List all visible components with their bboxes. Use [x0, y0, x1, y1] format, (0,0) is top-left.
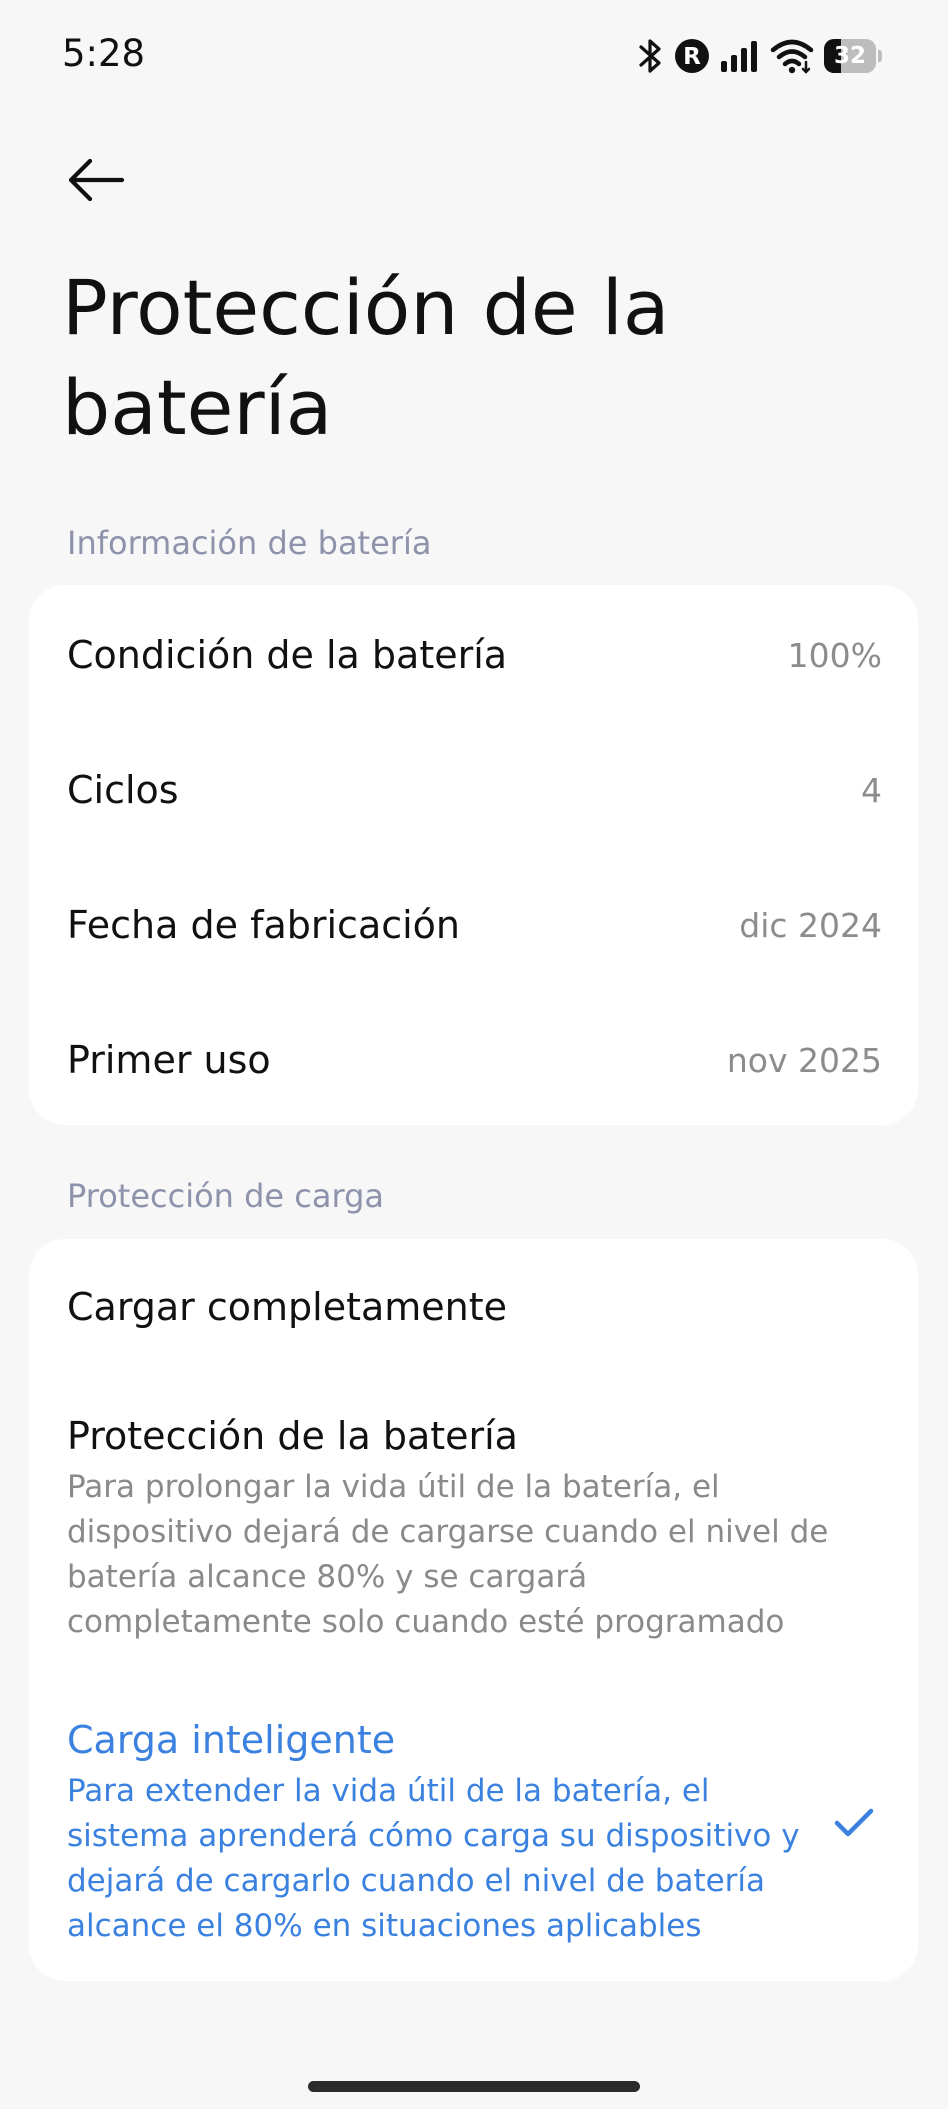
option-battery-protection[interactable]: Protección de la batería Para prolongar … — [67, 1411, 882, 1645]
manufacture-date-row[interactable]: Fecha de fabricación dic 2024 — [67, 895, 882, 955]
page-title: Protección de la batería — [62, 263, 670, 452]
check-icon — [834, 1808, 874, 1837]
option-description: Para extender la vida útil de la batería… — [67, 1773, 800, 1944]
row-value: nov 2025 — [726, 1040, 882, 1080]
row-value: 100% — [787, 635, 882, 675]
cycles-row[interactable]: Ciclos 4 — [67, 760, 882, 820]
signal-icon — [720, 39, 760, 73]
row-label: Fecha de fabricación — [67, 903, 461, 947]
wifi-icon — [770, 38, 814, 74]
option-full-charge[interactable]: Cargar completamente — [67, 1282, 882, 1332]
row-value: dic 2024 — [739, 905, 882, 945]
row-value: 4 — [861, 770, 882, 810]
battery-level: 32 — [833, 43, 866, 69]
status-bar: 5:28 R 32 — [0, 0, 948, 115]
section-header-charge-protection: Protección de carga — [67, 1177, 384, 1215]
option-title: Protección de la batería — [67, 1414, 518, 1458]
arrow-left-icon — [68, 158, 125, 202]
battery-info-card: Condición de la batería 100% Ciclos 4 Fe… — [29, 585, 918, 1125]
option-smart-charge[interactable]: Carga inteligente Para extender la vida … — [67, 1715, 882, 1949]
battery-condition-row[interactable]: Condición de la batería 100% — [67, 625, 882, 685]
row-label: Ciclos — [67, 768, 179, 812]
row-label: Primer uso — [67, 1038, 271, 1082]
option-title: Cargar completamente — [67, 1285, 508, 1329]
battery-nub — [878, 50, 882, 62]
status-icons: R 32 — [638, 34, 882, 78]
section-header-battery-info: Información de batería — [67, 524, 432, 562]
r-badge-letter: R — [683, 44, 701, 70]
charge-protection-card: Cargar completamente Protección de la ba… — [29, 1239, 918, 1981]
r-badge-icon: R — [674, 38, 710, 74]
status-time: 5:28 — [62, 32, 146, 75]
option-title: Carga inteligente — [67, 1718, 396, 1762]
bluetooth-icon — [638, 37, 664, 75]
row-label: Condición de la batería — [67, 633, 508, 677]
battery-icon: 32 — [824, 39, 882, 73]
back-button[interactable] — [56, 140, 136, 220]
home-indicator[interactable] — [308, 2081, 640, 2092]
first-use-row[interactable]: Primer uso nov 2025 — [67, 1030, 882, 1090]
option-description: Para prolongar la vida útil de la baterí… — [67, 1469, 829, 1640]
